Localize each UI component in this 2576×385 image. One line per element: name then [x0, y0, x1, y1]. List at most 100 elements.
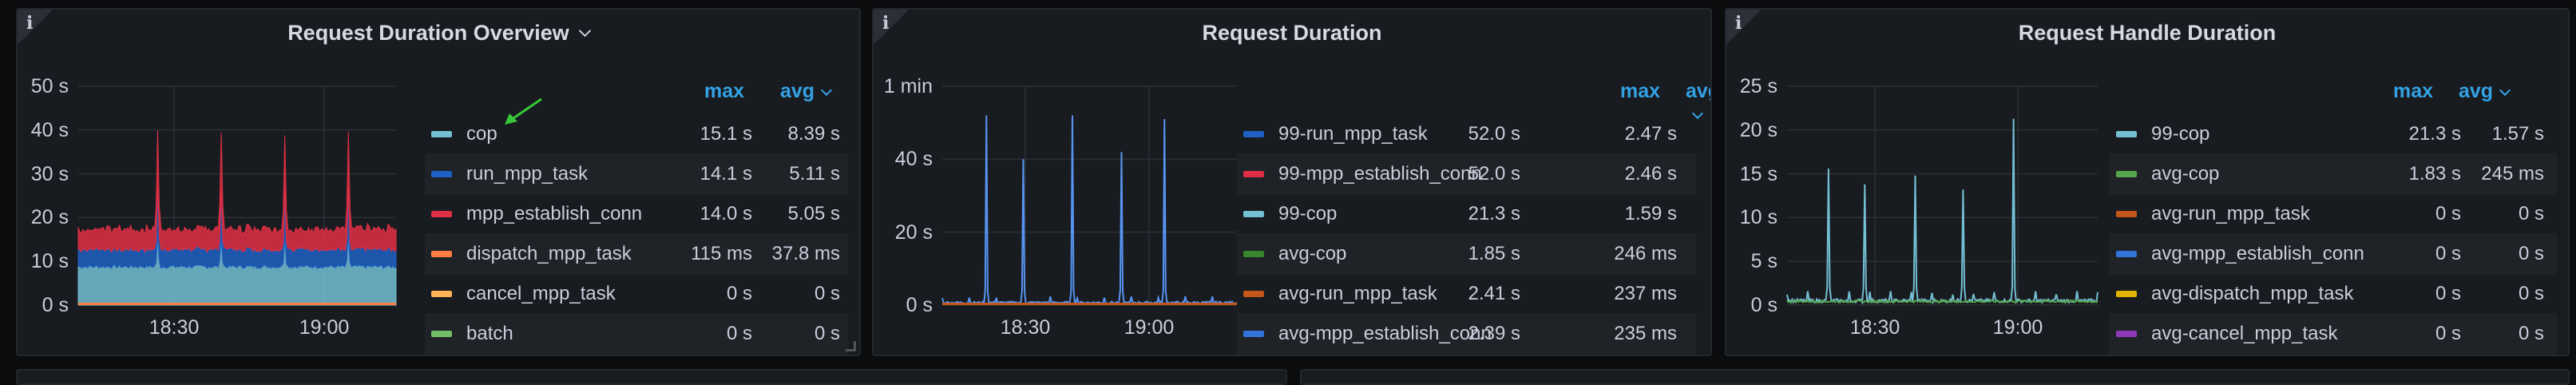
y-tick-label: 5 s: [1750, 250, 1777, 273]
legend-swatch: [431, 211, 452, 217]
legend-series-name: 99-mpp_establish_conn: [1278, 163, 1482, 185]
legend-header-avg-label: avg: [2459, 80, 2494, 102]
legend-avg-value: 235 ms: [1614, 323, 1677, 344]
legend-avg-value: 0 s: [814, 323, 840, 344]
legend-item[interactable]: avg-run_mpp_task 2.41 s 237 ms: [1237, 273, 1696, 315]
legend-item[interactable]: 99-mpp_establish_conn 52.0 s 2.46 s: [1237, 153, 1696, 195]
legend-series-name: 99-cop: [1278, 203, 1338, 224]
y-tick-label: 40 s: [30, 118, 69, 141]
legend-item[interactable]: avg-dispatch_mpp_task 0 s 0 s: [2110, 273, 2557, 315]
legend: max avg 99-cop 21.3 s 1.57 s avg-cop 1.83 s 245…: [2110, 80, 2565, 355]
legend-swatch: [431, 251, 452, 257]
panel-request-handle-duration[interactable]: i Request Handle Duration 25 s 20 s 15 s 10…: [1725, 8, 2570, 356]
legend-swatch: [431, 171, 452, 177]
legend-header-max[interactable]: max: [1620, 80, 1660, 103]
legend-header-avg-label: avg: [780, 80, 815, 102]
legend-series-name: cancel_mpp_task: [466, 283, 616, 304]
legend-swatch: [1243, 131, 1264, 137]
legend-swatch: [2116, 291, 2137, 297]
legend-header-avg[interactable]: avg: [780, 80, 833, 103]
resize-handle[interactable]: [846, 341, 856, 351]
legend-series-name: avg-cancel_mpp_task: [2151, 323, 2338, 344]
legend-avg-value: 2.47 s: [1624, 123, 1677, 145]
legend-series-name: batch: [466, 323, 513, 344]
legend-item[interactable]: batch 0 s 0 s: [425, 313, 848, 355]
legend-max-value: 0 s: [2435, 243, 2461, 264]
legend-item[interactable]: 99-cop 21.3 s 1.57 s: [2110, 113, 2557, 155]
chart-plot-area[interactable]: 1 min 40 s 20 s 0 s 18:30 19:00: [874, 73, 1241, 345]
legend-header-max[interactable]: max: [2393, 80, 2433, 103]
legend-swatch: [431, 131, 452, 137]
legend-swatch: [1243, 331, 1264, 337]
y-tick-label: 0 s: [1750, 294, 1777, 316]
y-tick-label: 10 s: [30, 250, 69, 273]
legend-swatch: [2116, 171, 2137, 177]
legend-avg-value: 5.05 s: [787, 203, 840, 224]
legend-header-avg[interactable]: avg: [2459, 80, 2511, 103]
chart-svg: [77, 85, 397, 306]
legend-item[interactable]: avg-run_mpp_task 0 s 0 s: [2110, 193, 2557, 235]
y-tick-label: 30 s: [30, 162, 69, 185]
x-tick-label: 19:00: [299, 316, 350, 339]
legend-swatch: [1243, 171, 1264, 177]
legend-item[interactable]: 99-run_mpp_task 52.0 s 2.47 s: [1237, 113, 1696, 155]
chart-plot-area[interactable]: 50 s 40 s 30 s 20 s 10 s 0 s 18:30 19:00: [18, 73, 417, 345]
legend-series-name: avg-mpp_establish_conn: [1278, 323, 1492, 344]
legend-header-max[interactable]: max: [704, 80, 744, 103]
legend-item[interactable]: avg-mpp_establish_conn 0 s 0 s: [2110, 233, 2557, 275]
legend-max-value: 52.0 s: [1468, 163, 1520, 185]
panel-title[interactable]: Request Handle Duration: [1726, 21, 2568, 46]
legend-avg-value: 0 s: [2518, 283, 2544, 304]
legend-item[interactable]: dispatch_mpp_task 115 ms 37.8 ms: [425, 233, 848, 275]
chevron-down-icon[interactable]: [578, 24, 592, 38]
legend-max-value: 14.1 s: [699, 163, 752, 185]
legend-swatch: [2116, 131, 2137, 137]
legend-series-name: avg-cop: [2151, 163, 2220, 185]
legend-max-value: 0 s: [726, 323, 752, 344]
legend-swatch: [431, 331, 452, 337]
x-tick-label: 19:00: [1124, 316, 1175, 339]
legend-item[interactable]: 99-cop 21.3 s 1.59 s: [1237, 193, 1696, 235]
legend-item[interactable]: avg-cop 1.85 s 246 ms: [1237, 233, 1696, 275]
y-tick-label: 25 s: [1739, 75, 1777, 97]
y-tick-label: 0 s: [906, 294, 933, 316]
legend-max-value: 2.41 s: [1468, 283, 1520, 304]
y-tick-label: 20 s: [894, 220, 933, 244]
legend-max-value: 52.0 s: [1468, 123, 1520, 145]
legend-item[interactable]: avg-cancel_mpp_task 0 s 0 s: [2110, 313, 2557, 355]
legend-series-name: avg-mpp_establish_conn: [2151, 243, 2364, 264]
panel-below-right[interactable]: [1300, 369, 2570, 385]
panel-request-duration-overview[interactable]: i Request Duration Overview 50 s 40 s 30 s…: [16, 8, 861, 356]
panel-below-left[interactable]: [16, 369, 1287, 385]
legend-series-name: 99-cop: [2151, 123, 2210, 145]
legend-swatch: [2116, 331, 2137, 337]
legend-series-name: avg-run_mpp_task: [1278, 283, 1437, 304]
legend-item[interactable]: cop 15.1 s 8.39 s: [425, 113, 848, 155]
legend-item[interactable]: avg-mpp_establish_conn 2.39 s 235 ms: [1237, 313, 1696, 355]
panel-request-duration[interactable]: i Request Duration 1 min 40 s 20 s0 s 18:30…: [872, 8, 1712, 356]
chart-svg: [1786, 85, 2098, 306]
y-tick-label: 1 min: [883, 75, 933, 97]
legend-item[interactable]: cancel_mpp_task 0 s 0 s: [425, 273, 848, 315]
legend-item[interactable]: mpp_establish_conn 14.0 s 5.05 s: [425, 193, 848, 235]
y-tick-label: 40 s: [894, 148, 933, 171]
y-tick-label: 10 s: [1739, 206, 1777, 229]
legend-swatch: [431, 291, 452, 297]
legend-max-value: 115 ms: [691, 243, 752, 264]
legend-item[interactable]: run_mpp_task 14.1 s 5.11 s: [425, 153, 848, 195]
y-tick-label: 20 s: [30, 206, 69, 229]
x-tick-label: 18:30: [149, 316, 200, 339]
panel-title[interactable]: Request Duration: [874, 21, 1710, 46]
legend-swatch: [2116, 251, 2137, 257]
legend-series-name: dispatch_mpp_task: [466, 243, 632, 264]
y-tick-label: 0 s: [42, 294, 69, 316]
legend-avg-value: 246 ms: [1614, 243, 1677, 264]
legend-item[interactable]: avg-cop 1.83 s 245 ms: [2110, 153, 2557, 195]
chart-plot-area[interactable]: 25 s 20 s 15 s 10 s 5 s 0 s 18:30 19:00: [1726, 73, 2102, 345]
legend-avg-value: 237 ms: [1614, 283, 1677, 304]
y-tick-label: 15 s: [1739, 162, 1777, 185]
legend-max-value: 14.0 s: [699, 203, 752, 224]
legend-avg-value: 0 s: [814, 283, 840, 304]
legend-avg-value: 0 s: [2518, 323, 2544, 344]
panel-title[interactable]: Request Duration Overview: [18, 21, 859, 46]
